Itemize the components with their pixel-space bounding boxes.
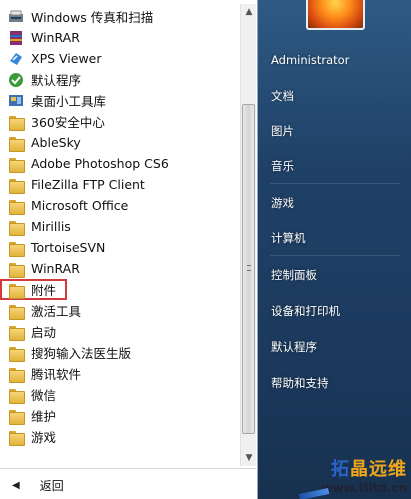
default-programs-link[interactable]: 默认程序 [271,339,317,355]
site-watermark: 拓晶远维 www.tlltd.cn [321,455,407,495]
folder-icon [8,324,25,341]
program-item-default-programs[interactable]: 默认程序 [0,69,240,90]
scroll-thumb[interactable] [242,104,255,434]
program-item-filezilla[interactable]: FileZilla FTP Client [0,174,240,195]
back-button[interactable]: ◀ 返回 [12,475,64,495]
xps-viewer-icon [8,51,24,67]
music-link[interactable]: 音乐 [271,158,294,174]
user-avatar[interactable] [306,0,365,30]
winrar-icon [8,30,24,46]
program-label: WinRAR [31,30,80,45]
folder-icon [8,366,25,383]
program-label: AbleSky [31,135,81,150]
folder-icon [8,135,25,152]
program-label: 附件 [31,283,57,298]
program-label: WinRAR [31,261,80,276]
program-item-360[interactable]: 360安全中心 [0,111,240,132]
program-label: 微信 [31,388,57,403]
folder-icon [8,408,25,425]
program-label: FileZilla FTP Client [31,177,145,192]
back-label: 返回 [39,478,64,493]
program-item-tencent[interactable]: 腾讯软件 [0,363,240,384]
right-menu-divider [270,183,400,184]
program-item-winrar-folder[interactable]: WinRAR [0,258,240,279]
program-item-gadgets[interactable]: 桌面小工具库 [0,90,240,111]
program-label: 360安全中心 [31,115,105,130]
help-support-link[interactable]: 帮助和支持 [271,375,329,391]
right-menu-divider [270,255,400,256]
fax-scan-icon [8,9,24,25]
program-label: 腾讯软件 [31,367,82,382]
back-arrow-icon: ◀ [12,479,20,491]
program-label: Mirillis [31,219,71,234]
program-item-activation-tools[interactable]: 激活工具 [0,300,240,321]
scroll-down-arrow-icon[interactable]: ▼ [243,452,255,464]
program-item-accessories[interactable]: 附件 [0,279,67,300]
scroll-up-arrow-icon[interactable]: ▲ [243,6,255,18]
devices-printers-link[interactable]: 设备和打印机 [271,303,340,319]
computer-link[interactable]: 计算机 [271,230,306,246]
pictures-link[interactable]: 图片 [271,123,294,139]
program-item-ablesky[interactable]: AbleSky [0,132,240,153]
user-folder-link[interactable]: Administrator [271,53,349,67]
folder-icon [8,156,25,173]
program-label: XPS Viewer [31,51,102,66]
program-label: 启动 [31,325,57,340]
folder-icon [8,303,25,320]
folder-icon [8,429,25,446]
program-item-tortoisesvn[interactable]: TortoiseSVN [0,237,240,258]
program-item-photoshop[interactable]: Adobe Photoshop CS6 [0,153,240,174]
folder-icon [8,345,25,362]
folder-icon [8,261,25,278]
games-link[interactable]: 游戏 [271,195,294,211]
documents-link[interactable]: 文档 [271,88,294,104]
program-label: 游戏 [31,430,57,445]
scroll-grip-icon [247,265,251,271]
control-panel-link[interactable]: 控制面板 [271,267,317,283]
program-list-scrollbar[interactable]: ▲ ▼ [240,4,256,466]
program-label: 激活工具 [31,304,82,319]
watermark-url: www.tlltd.cn [321,481,407,495]
program-label: 桌面小工具库 [31,94,107,109]
program-item-mirillis[interactable]: Mirillis [0,216,240,237]
program-label: 默认程序 [31,73,82,88]
program-label: Microsoft Office [31,198,129,213]
program-item-maintenance[interactable]: 维护 [0,405,240,426]
folder-icon [8,114,25,131]
program-label: Windows 传真和扫描 [31,10,154,25]
program-item-startup[interactable]: 启动 [0,321,240,342]
program-item-office[interactable]: Microsoft Office [0,195,240,216]
default-programs-icon [8,72,24,88]
folder-icon [8,387,25,404]
folder-icon [8,198,25,215]
program-label: 维护 [31,409,57,424]
all-programs-pane: Windows 传真和扫描 WinRAR XPS Viewer 默认程序 桌面小 [0,0,258,499]
folder-icon [8,282,25,299]
program-item-sogou[interactable]: 搜狗输入法医生版 [0,342,240,363]
watermark-brand: 拓晶远维 [331,459,407,480]
program-label: 搜狗输入法医生版 [31,346,132,361]
folder-icon [8,177,25,194]
program-label: TortoiseSVN [31,240,106,255]
program-item-wechat[interactable]: 微信 [0,384,240,405]
program-item-fax-scan[interactable]: Windows 传真和扫描 [0,6,240,27]
program-item-winrar[interactable]: WinRAR [0,27,240,48]
program-item-games[interactable]: 游戏 [0,426,240,447]
back-divider [0,468,258,469]
gadgets-icon [8,93,24,109]
pencil-logo-icon [298,487,330,499]
program-list: Windows 传真和扫描 WinRAR XPS Viewer 默认程序 桌面小 [0,6,240,447]
program-label: Adobe Photoshop CS6 [31,156,169,171]
start-menu-right-pane: Administrator 文档 图片 音乐 游戏 计算机 控制面板 设备和打印… [258,0,411,499]
program-item-xps-viewer[interactable]: XPS Viewer [0,48,240,69]
folder-icon [8,240,25,257]
folder-icon [8,219,25,236]
